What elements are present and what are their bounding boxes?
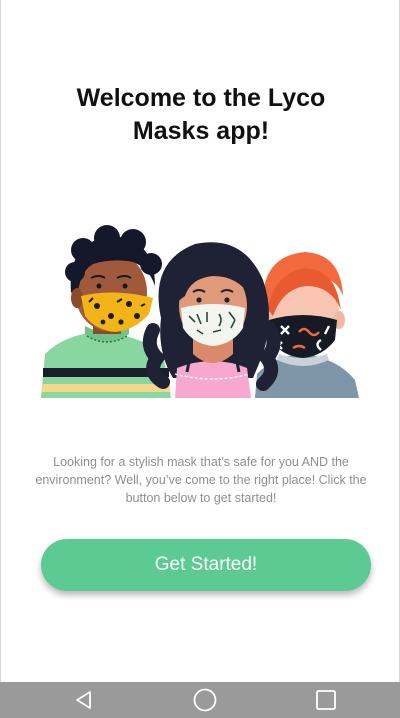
nav-home-button[interactable] <box>175 685 235 715</box>
home-circle-icon <box>193 688 217 712</box>
nav-recent-apps-button[interactable] <box>296 685 356 715</box>
nav-back-button[interactable] <box>54 685 114 715</box>
android-navigation-bar <box>0 682 400 718</box>
back-triangle-icon <box>76 691 91 709</box>
page-title: Welcome to the Lyco Masks app! <box>76 84 326 145</box>
welcome-description: Looking for a stylish mask that’s safe f… <box>35 455 367 505</box>
get-started-button[interactable]: Get Started! <box>41 539 371 591</box>
app-screen: Welcome to the Lyco Masks app! Looking f… <box>0 0 400 682</box>
recent-apps-square-icon <box>316 690 336 710</box>
masked-people-illustration <box>41 225 359 398</box>
